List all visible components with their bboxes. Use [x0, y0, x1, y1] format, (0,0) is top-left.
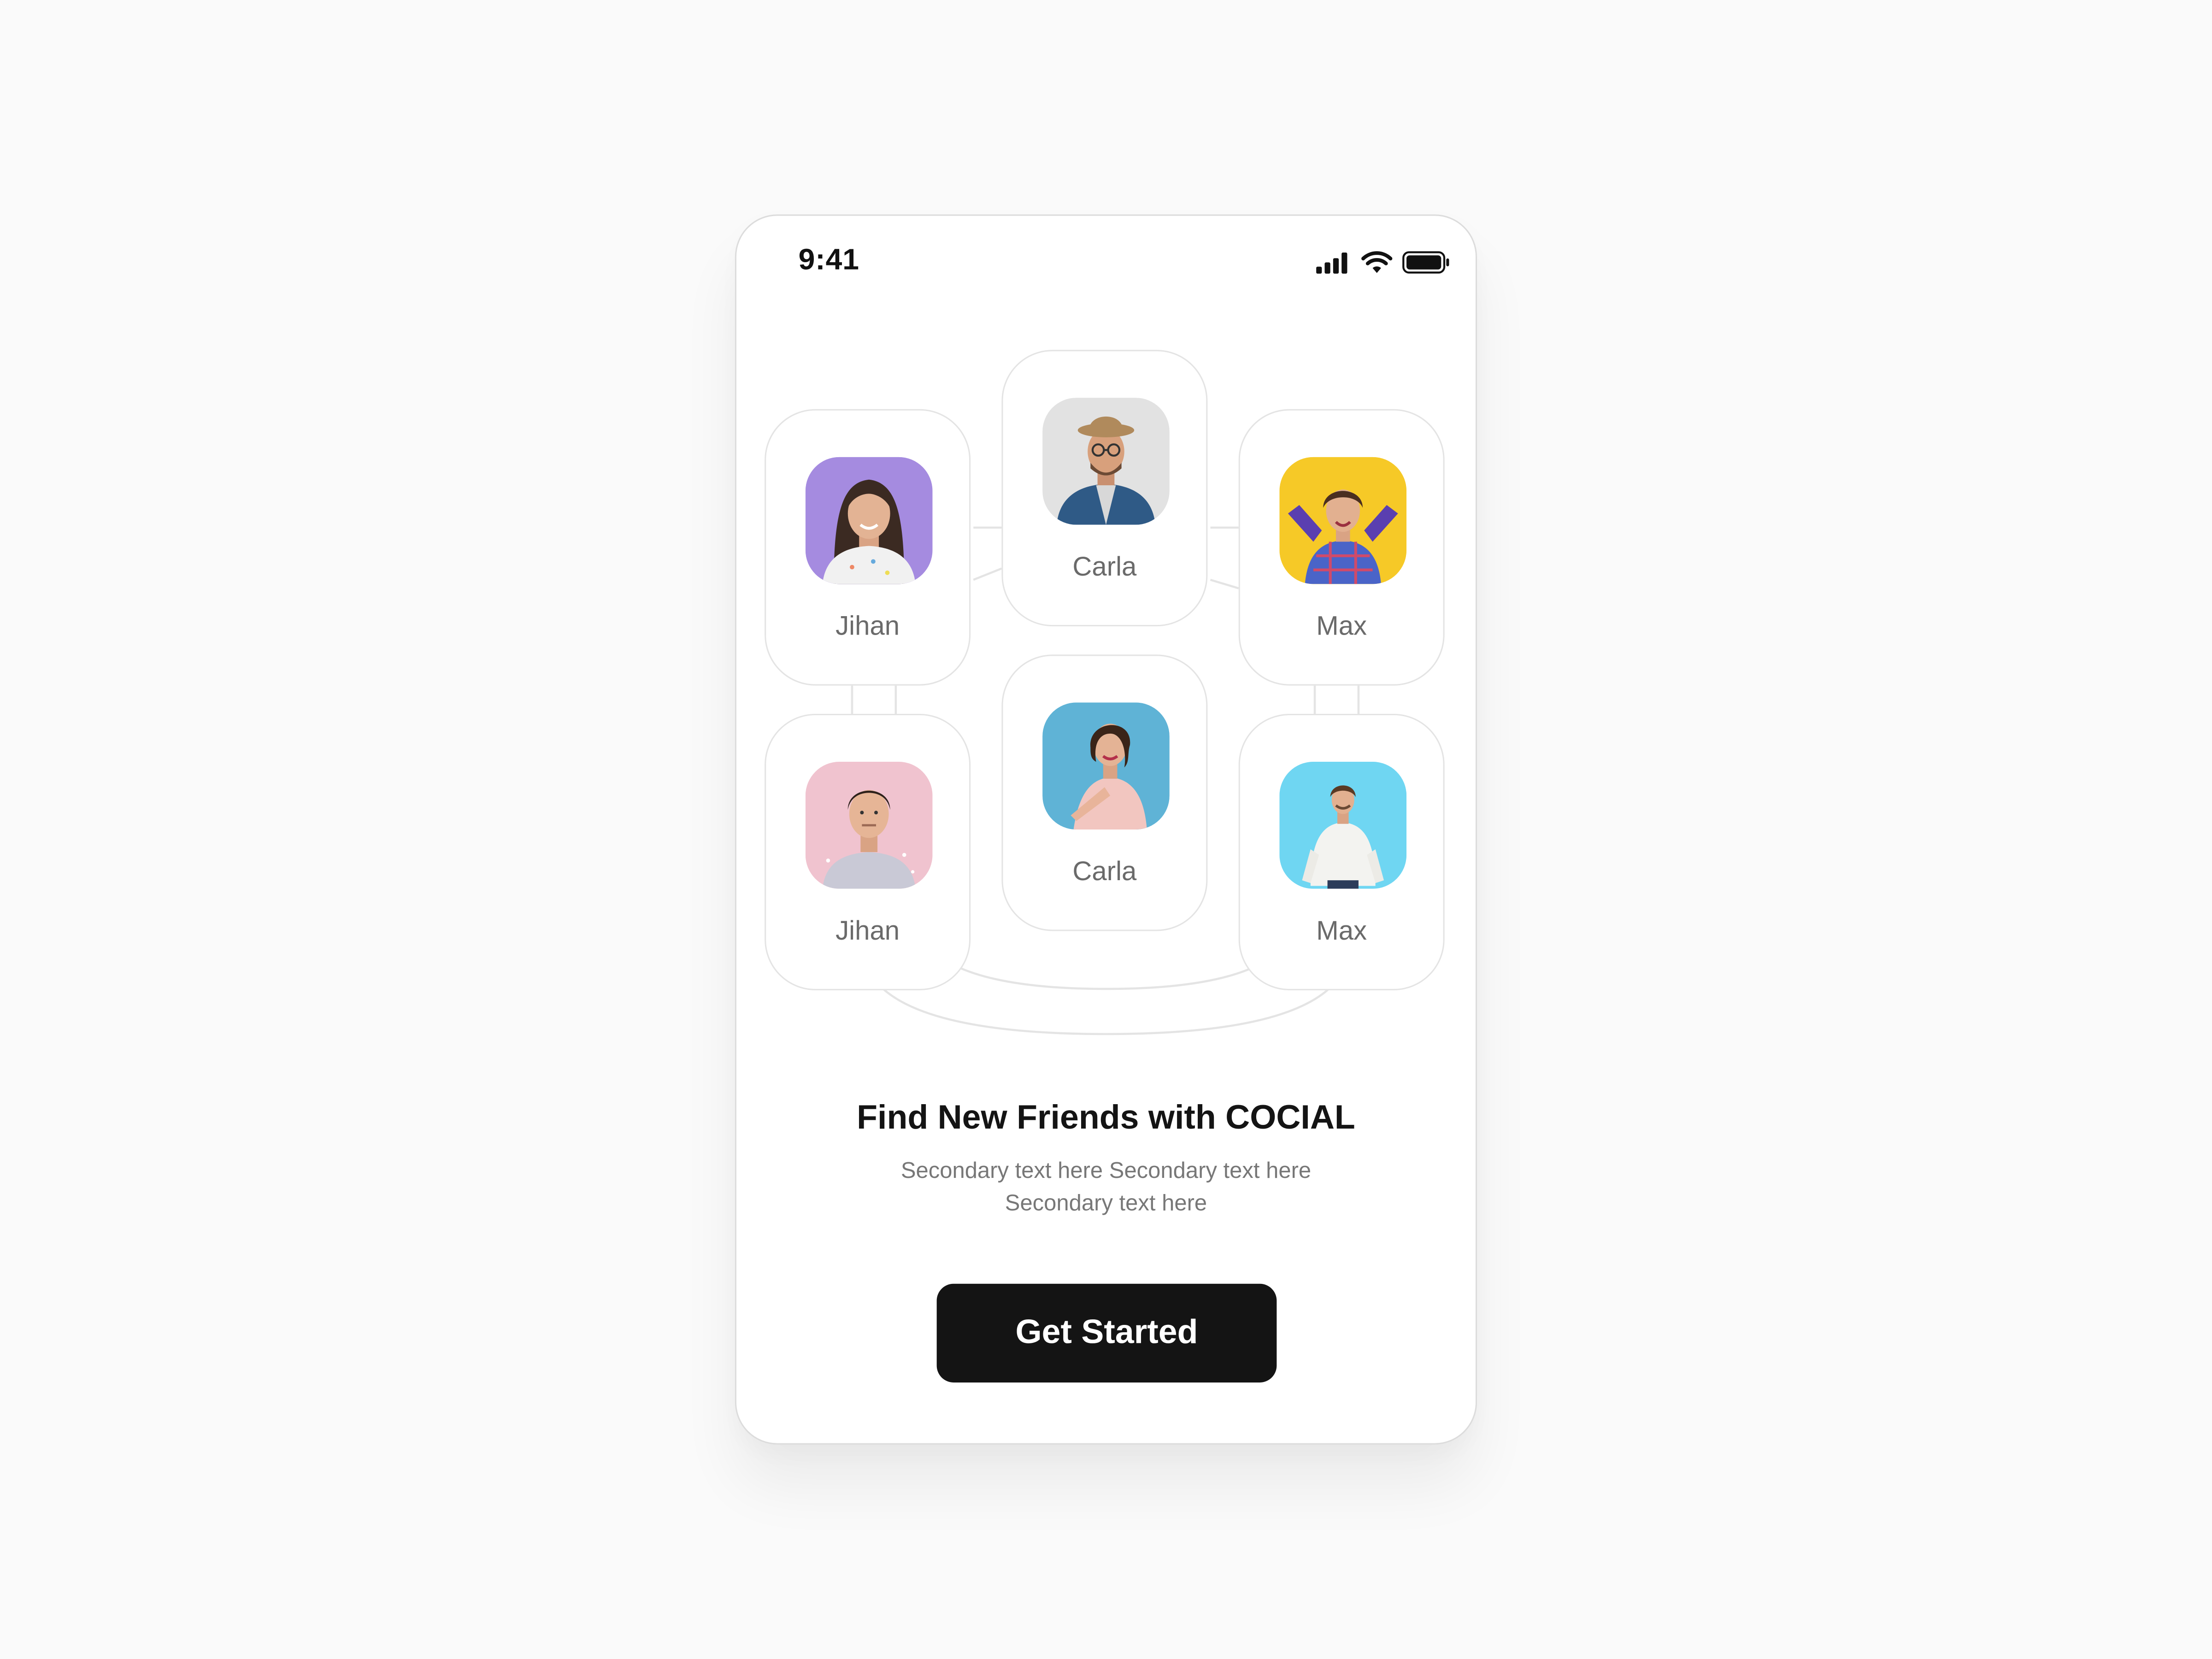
friend-name: Max	[1316, 612, 1367, 642]
avatar	[1042, 702, 1170, 830]
subtitle-text: Secondary text here Secondary text here …	[900, 1159, 1312, 1216]
avatar	[1279, 762, 1407, 889]
friend-name: Jihan	[835, 917, 900, 947]
friend-card[interactable]: Carla	[1001, 350, 1208, 627]
friend-name: Jihan	[835, 612, 900, 642]
avatar	[805, 457, 933, 584]
friend-card[interactable]: Max	[1238, 713, 1445, 990]
avatar	[1042, 398, 1170, 525]
friend-name: Carla	[1072, 858, 1137, 888]
friend-name: Carla	[1072, 553, 1137, 583]
friend-card[interactable]: Jihan	[765, 713, 971, 990]
friend-name: Max	[1316, 917, 1367, 947]
page-title: Find New Friends with COCIAL	[857, 1099, 1355, 1137]
get-started-button[interactable]: Get Started	[936, 1283, 1277, 1382]
friend-card[interactable]: Max	[1238, 409, 1445, 686]
friend-card[interactable]: Carla	[1001, 654, 1208, 931]
phone-screen: 9:41 Jihan Carla Max Jihan Carla Max Fin…	[735, 214, 1477, 1445]
stage: 9:41 Jihan Carla Max Jihan Carla Max Fin…	[0, 0, 2212, 1659]
avatar	[805, 762, 933, 889]
avatar	[1279, 457, 1407, 584]
friend-card[interactable]: Jihan	[765, 409, 971, 686]
